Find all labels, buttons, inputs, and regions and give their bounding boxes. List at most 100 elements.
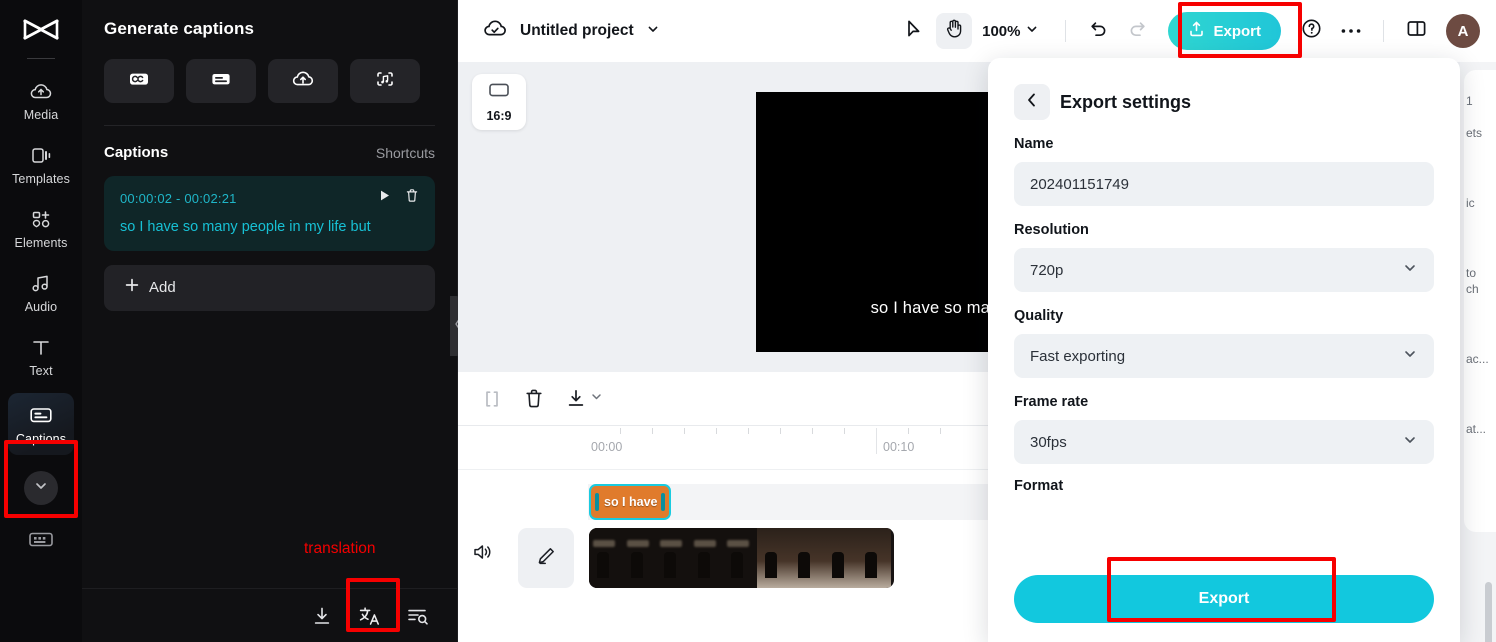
ruler-tick bbox=[812, 428, 813, 434]
caption-item-actions bbox=[378, 188, 419, 208]
sidebar-item-captions[interactable]: Captions bbox=[8, 393, 74, 455]
toolbar-divider bbox=[1065, 20, 1067, 42]
thumb-figure bbox=[831, 552, 844, 578]
chevron-down-icon bbox=[590, 390, 603, 408]
delete-clip-button[interactable] bbox=[524, 388, 544, 409]
keyboard-icon bbox=[27, 528, 55, 555]
chevron-down-icon[interactable] bbox=[646, 22, 660, 41]
rail-collapse-button[interactable] bbox=[24, 471, 58, 505]
more-options-button[interactable] bbox=[1333, 13, 1369, 49]
quality-select[interactable]: Fast exporting bbox=[1014, 334, 1434, 378]
hand-pan-icon bbox=[944, 18, 964, 44]
caption-list-item[interactable]: 00:00:02 - 00:02:21 so I have so many pe… bbox=[104, 176, 435, 251]
sidebar-item-templates[interactable]: Templates bbox=[8, 133, 74, 195]
upload-captions-button[interactable] bbox=[268, 59, 338, 103]
captions-section-header: Captions Shortcuts bbox=[104, 144, 435, 161]
cursor-select-icon bbox=[905, 19, 923, 44]
aspect-ratio-icon bbox=[487, 81, 511, 104]
split-clip-icon[interactable] bbox=[482, 389, 502, 409]
clip-right-handle[interactable] bbox=[661, 493, 665, 511]
cloud-media-icon bbox=[28, 79, 54, 103]
caption-templates-icon bbox=[210, 70, 232, 93]
redo-button[interactable] bbox=[1120, 13, 1156, 49]
upload-cloud-icon bbox=[291, 69, 315, 94]
thumb-highlight bbox=[626, 540, 649, 547]
select-tool-button[interactable] bbox=[896, 13, 932, 49]
sidebar-item-label: Text bbox=[29, 363, 53, 378]
sidebar-item-label: Elements bbox=[14, 235, 68, 250]
chevron-down-icon bbox=[1402, 346, 1418, 367]
sliver-fragment: ac... bbox=[1466, 352, 1489, 366]
clip-thumbnail bbox=[857, 528, 891, 588]
templates-icon bbox=[28, 143, 54, 167]
sidebar-item-text[interactable]: Text bbox=[8, 325, 74, 387]
sidebar-item-media[interactable]: Media bbox=[8, 69, 74, 131]
download-timeline-button[interactable] bbox=[566, 388, 603, 409]
export-confirm-button[interactable]: Export bbox=[1014, 575, 1434, 623]
name-field[interactable]: 202401151749 bbox=[1014, 162, 1434, 206]
question-circle-icon bbox=[1301, 18, 1322, 44]
aspect-ratio-chip[interactable]: 16:9 bbox=[472, 74, 526, 130]
video-clip[interactable] bbox=[589, 528, 894, 588]
avatar[interactable]: A bbox=[1446, 14, 1480, 48]
ruler-tick bbox=[716, 428, 717, 434]
clip-thumbnail bbox=[756, 528, 790, 588]
capcut-logo-icon bbox=[19, 14, 63, 52]
chevron-left-icon bbox=[1025, 92, 1039, 113]
add-caption-label: Add bbox=[149, 279, 176, 297]
help-button[interactable] bbox=[1293, 13, 1329, 49]
cloud-saved-icon bbox=[482, 18, 508, 45]
panel-toggle-button[interactable] bbox=[1398, 13, 1434, 49]
page-title: Generate captions bbox=[104, 19, 255, 38]
translate-icon[interactable] bbox=[357, 603, 383, 629]
lyrics-sync-button[interactable] bbox=[350, 59, 420, 103]
caption-item-header: 00:00:02 - 00:02:21 bbox=[120, 188, 419, 208]
trash-icon[interactable] bbox=[405, 188, 419, 208]
sidebar-item-audio[interactable]: Audio bbox=[8, 261, 74, 323]
project-name[interactable]: Untitled project bbox=[520, 22, 634, 40]
sidebar-item-label: Templates bbox=[12, 171, 70, 186]
chevron-down-icon bbox=[1402, 260, 1418, 281]
speaker-icon[interactable] bbox=[472, 542, 494, 567]
clip-left-handle[interactable] bbox=[595, 493, 599, 511]
export-button[interactable]: Export bbox=[1168, 12, 1281, 50]
back-button[interactable] bbox=[1014, 84, 1050, 120]
project-info: Untitled project bbox=[482, 18, 660, 45]
find-replace-icon[interactable] bbox=[405, 603, 431, 629]
ruler-tick bbox=[780, 428, 781, 434]
clip-thumbnail bbox=[656, 528, 690, 588]
ruler-label: 00:10 bbox=[883, 440, 915, 454]
pencil-edit-icon bbox=[535, 545, 557, 572]
chevron-down-icon bbox=[33, 478, 49, 499]
ruler-label: 00:00 bbox=[591, 440, 623, 454]
chevron-down-icon bbox=[1025, 22, 1039, 41]
caption-clip[interactable]: so I have bbox=[589, 484, 671, 520]
add-caption-button[interactable]: Add bbox=[104, 264, 435, 311]
scrollbar-thumb[interactable] bbox=[1485, 582, 1492, 642]
chevron-down-icon bbox=[1402, 432, 1418, 453]
hand-tool-button[interactable] bbox=[936, 13, 973, 49]
play-icon[interactable] bbox=[378, 189, 391, 207]
sliver-fragment: to bbox=[1466, 266, 1477, 280]
resolution-select[interactable]: 720p bbox=[1014, 248, 1434, 292]
timeline-tools bbox=[482, 388, 603, 409]
download-icon[interactable] bbox=[309, 603, 335, 629]
caption-templates-button[interactable] bbox=[186, 59, 256, 103]
name-field-value: 202401151749 bbox=[1030, 175, 1129, 193]
sidebar-item-elements[interactable]: Elements bbox=[8, 197, 74, 259]
caption-time-range: 00:00:02 - 00:02:21 bbox=[120, 190, 237, 206]
keyboard-shortcuts-button[interactable] bbox=[26, 529, 56, 553]
edit-clip-button[interactable] bbox=[518, 528, 574, 588]
sliver-fragment: at... bbox=[1466, 422, 1487, 436]
format-field-label: Format bbox=[1014, 478, 1064, 494]
auto-captions-button[interactable] bbox=[104, 59, 174, 103]
sliver-fragment: ch bbox=[1466, 282, 1479, 296]
framerate-select[interactable]: 30fps bbox=[1014, 420, 1434, 464]
capcut-editor-window: Media Templates Elements Audio Text Capt… bbox=[0, 0, 1496, 642]
export-settings-panel: Export settings Name 202401151749 Resolu… bbox=[988, 58, 1460, 642]
shortcuts-link[interactable]: Shortcuts bbox=[376, 145, 435, 161]
text-t-icon bbox=[28, 335, 54, 359]
export-upload-icon bbox=[1188, 20, 1205, 43]
undo-button[interactable] bbox=[1080, 13, 1116, 49]
zoom-level-selector[interactable]: 100% bbox=[982, 22, 1039, 41]
